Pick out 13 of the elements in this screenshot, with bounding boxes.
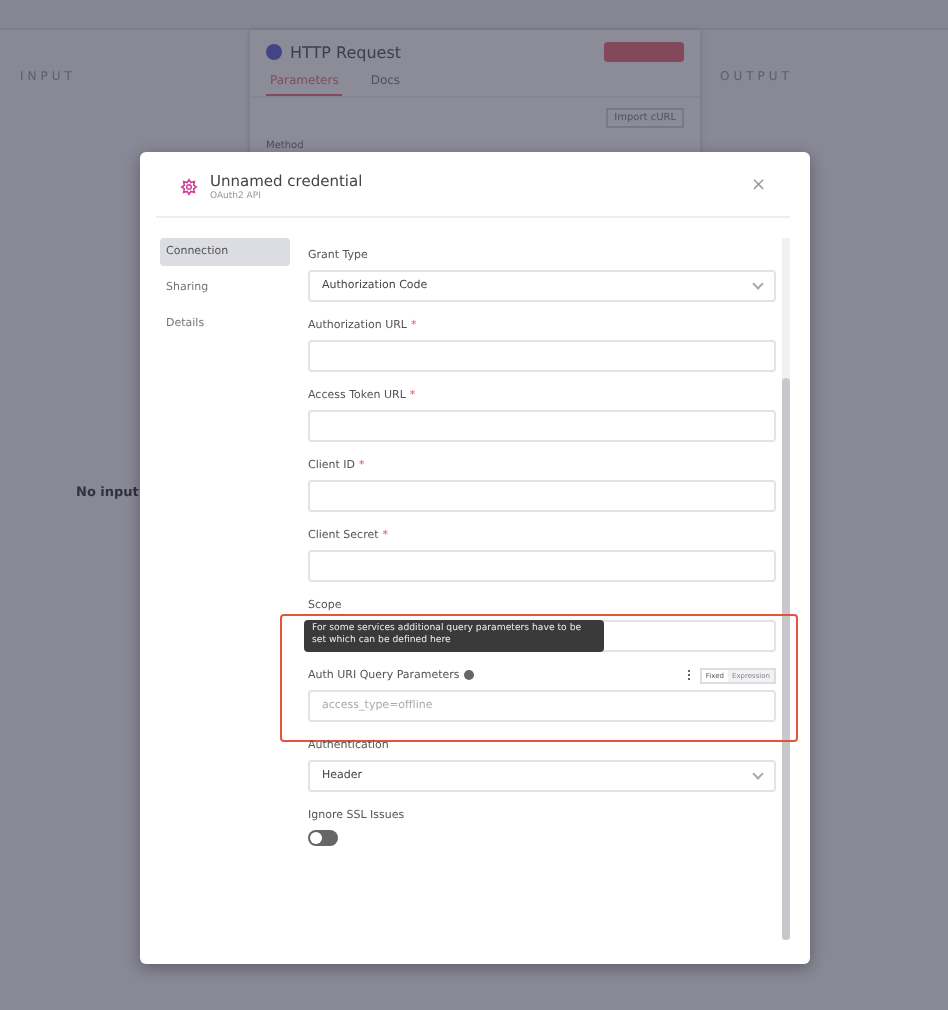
toggle-switch[interactable] <box>308 830 338 846</box>
input-field[interactable] <box>308 410 776 442</box>
execute-button[interactable] <box>604 42 684 62</box>
input-field[interactable] <box>308 340 776 372</box>
gear-icon <box>180 177 198 195</box>
input-field[interactable] <box>308 480 776 512</box>
chevron-icon <box>752 278 764 290</box>
globe-icon <box>266 44 282 60</box>
scrollbar[interactable] <box>782 238 790 940</box>
chevron-icon <box>752 768 764 780</box>
node-title: HTTP Request <box>290 43 404 61</box>
input-field[interactable] <box>308 550 776 582</box>
close-button[interactable]: × <box>746 177 770 195</box>
